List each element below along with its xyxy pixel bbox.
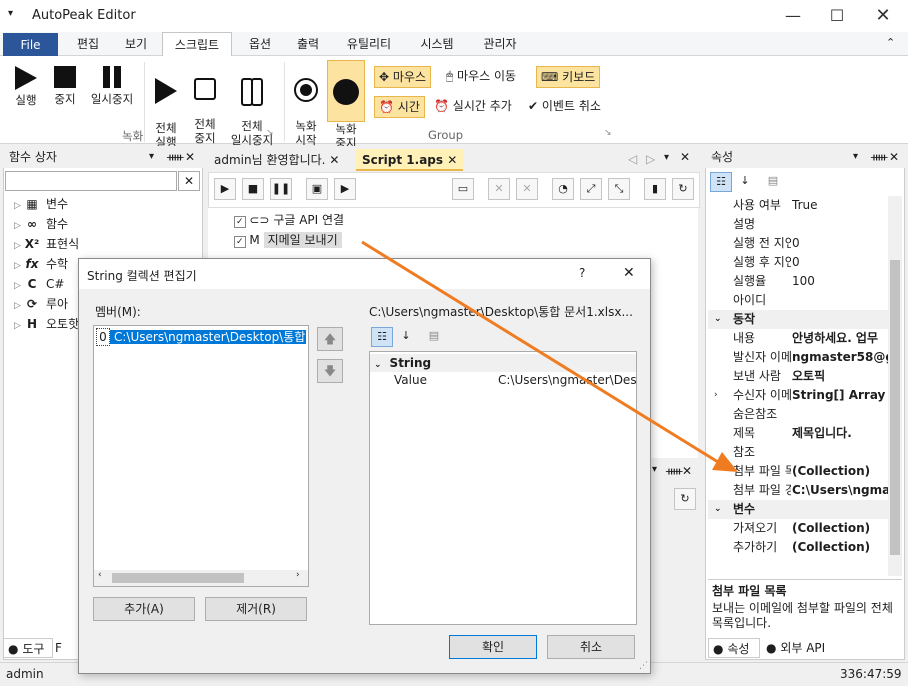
arrow-line	[361, 240, 719, 464]
annotation-arrow	[361, 240, 738, 472]
